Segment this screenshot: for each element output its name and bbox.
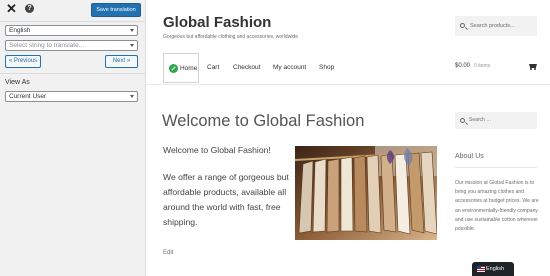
about-us-text: Our mission at Global Fashion is to brin… — [455, 180, 539, 233]
help-icon[interactable]: ? — [25, 4, 34, 13]
nav-item-shop[interactable]: Shop — [319, 53, 334, 83]
clothing-rack-illustration — [295, 146, 437, 240]
search-icon — [460, 118, 465, 123]
string-select[interactable]: Select string to translate... — [5, 40, 138, 51]
cart-item-count: 0 items — [474, 63, 491, 69]
header-divider — [146, 84, 550, 85]
site-preview: Global Fashion Gorgeous but affordable c… — [146, 0, 550, 276]
chevron-down-icon — [130, 44, 134, 47]
translation-panel: ✕ ? Save translation English Select stri… — [0, 0, 146, 276]
nav-item-my-account[interactable]: My account — [273, 53, 306, 83]
header-cart-link[interactable]: $0.00 0 items — [455, 63, 490, 69]
nav-item-cart[interactable]: Cart — [207, 53, 219, 83]
chevron-down-icon — [130, 95, 134, 98]
product-search-input[interactable]: Search products… — [455, 16, 537, 36]
edit-link[interactable]: Edit — [163, 250, 173, 256]
clothing-rack-image — [295, 146, 437, 240]
cart-total: $0.00 — [455, 63, 471, 69]
nav-item-label: Home — [180, 65, 198, 72]
site-title[interactable]: Global Fashion — [163, 14, 271, 31]
language-switcher[interactable]: English — [472, 262, 514, 276]
panel-header: ✕ ? Save translation — [0, 0, 145, 20]
site-tagline: Gorgeous but affordable clothing and acc… — [163, 34, 298, 40]
sidebar-search-placeholder: Search … — [469, 117, 492, 123]
panel-divider — [0, 73, 145, 74]
product-search-placeholder: Search products… — [470, 23, 516, 29]
view-as-select[interactable]: Current User — [5, 91, 138, 102]
welcome-heading: Welcome to Global Fashion! — [163, 145, 271, 155]
page-title: Welcome to Global Fashion — [162, 112, 365, 130]
string-select-placeholder: Select string to translate... — [9, 42, 85, 49]
close-icon[interactable]: ✕ — [6, 2, 17, 16]
cart-basket-icon[interactable] — [529, 63, 537, 70]
panel-divider — [0, 21, 145, 22]
about-us-heading: About Us — [455, 153, 484, 160]
language-select[interactable]: English — [5, 25, 138, 36]
about-divider — [455, 167, 537, 168]
language-switcher-label: English — [486, 266, 505, 272]
sidebar-search-input[interactable]: Search … — [455, 112, 537, 129]
view-as-label: View As — [5, 79, 30, 86]
nav-item-home[interactable]: Home — [163, 53, 199, 83]
previous-button[interactable]: « Previous — [5, 55, 41, 68]
chevron-down-icon — [130, 29, 134, 32]
next-button[interactable]: Next » — [105, 55, 138, 68]
uk-flag-icon — [477, 266, 485, 272]
view-as-select-value: Current User — [9, 93, 47, 100]
language-select-value: English — [9, 27, 31, 34]
intro-paragraph: We offer a range of gorgeous but afforda… — [163, 172, 289, 227]
save-translation-button[interactable]: Save translation — [91, 3, 141, 17]
nav-item-checkout[interactable]: Checkout — [233, 53, 260, 83]
home-icon — [169, 64, 178, 73]
search-icon — [460, 23, 465, 28]
